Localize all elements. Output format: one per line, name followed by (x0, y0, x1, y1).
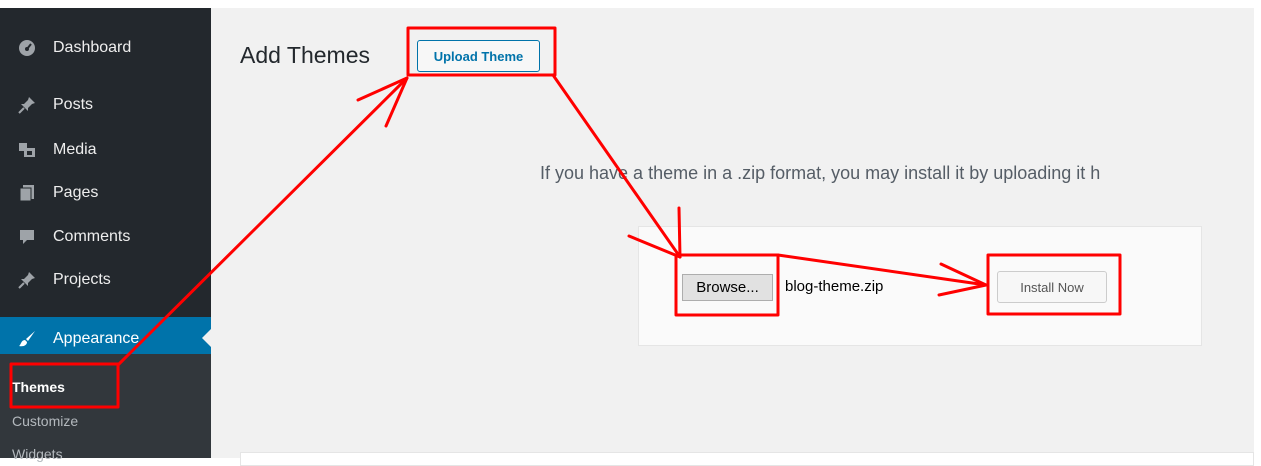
top-border (211, 0, 1254, 8)
sidebar-item-label: Pages (53, 184, 99, 201)
sidebar-item-posts[interactable]: Posts (0, 85, 211, 125)
dashboard-icon (19, 40, 35, 56)
main-content: Add Themes Upload Theme If you have a th… (211, 8, 1254, 466)
sidebar-item-pages[interactable]: Pages (0, 173, 211, 213)
upload-theme-button[interactable]: Upload Theme (417, 40, 540, 72)
sidebar-item-label: Projects (53, 271, 111, 288)
media-icon (19, 143, 35, 157)
sidebar-item-label: Appearance (53, 330, 140, 347)
submenu-item-customize[interactable]: Customize (12, 413, 78, 429)
sidebar-item-media[interactable]: Media (0, 130, 211, 170)
selected-file-name: blog-theme.zip (785, 278, 884, 295)
sidebar-item-label: Comments (53, 228, 131, 245)
sidebar-item-label: Dashboard (53, 39, 132, 56)
pin-icon (18, 272, 35, 289)
pages-icon (19, 185, 34, 202)
sidebar-item-label: Media (53, 141, 97, 158)
pin-icon (18, 97, 35, 114)
submenu-item-widgets[interactable]: Widgets (12, 446, 63, 462)
sidebar-item-comments[interactable]: Comments (0, 217, 211, 257)
appearance-submenu: Themes Customize Widgets (0, 354, 211, 462)
sidebar-item-label: Posts (53, 96, 94, 113)
install-now-button[interactable]: Install Now (997, 271, 1107, 303)
upload-instructions: If you have a theme in a .zip format, yo… (540, 163, 1101, 183)
submenu-item-themes[interactable]: Themes (12, 379, 65, 395)
paintbrush-icon (19, 331, 35, 347)
page-title: Add Themes (240, 42, 370, 68)
comment-icon (20, 230, 34, 244)
theme-list-panel (240, 452, 1254, 466)
sidebar-item-projects[interactable]: Projects (0, 260, 211, 300)
sidebar-item-dashboard[interactable]: Dashboard (0, 28, 211, 68)
browse-button[interactable]: Browse... (682, 274, 773, 301)
